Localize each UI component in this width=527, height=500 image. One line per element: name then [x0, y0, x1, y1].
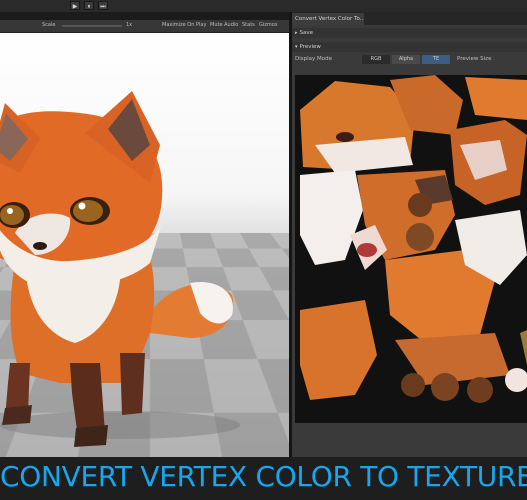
stats-toggle[interactable]: Stats: [242, 22, 255, 28]
pause-icon: ⏸: [87, 3, 91, 10]
display-mode-row: Display Mode RGB Alpha TE Preview Size: [292, 54, 527, 65]
maximize-on-play-toggle[interactable]: Maximize On Play: [162, 22, 206, 28]
tab-convert-vertex-color[interactable]: Convert Vertex Color To...: [292, 13, 364, 25]
uv-texture-image: [295, 75, 527, 423]
mute-audio-toggle[interactable]: Mute Audio: [210, 22, 238, 28]
game-viewport[interactable]: [0, 33, 289, 457]
texture-preview: [295, 75, 527, 423]
save-foldout[interactable]: ▸ Save: [292, 28, 527, 38]
foldout-arrow-icon: ▸: [295, 30, 298, 36]
step-button[interactable]: ⏭: [98, 1, 108, 10]
main-toolbar: ▶ ⏸ ⏭: [0, 0, 527, 12]
tab-bar: Convert Vertex Color To...: [292, 12, 527, 25]
preview-size-label: Preview Size: [457, 56, 492, 62]
play-button[interactable]: ▶: [70, 1, 80, 10]
promo-caption: CONVERT VERTEX COLOR TO TEXTURE: [0, 460, 527, 493]
display-mode-label: Display Mode: [295, 56, 333, 62]
fox-model: [0, 91, 240, 447]
save-label: Save: [299, 30, 314, 36]
tool-window: Convert Vertex Color To... ▸ Save ▾ Previe…: [292, 12, 527, 460]
promo-caption-bar: CONVERT VERTEX COLOR TO TEXTURE: [0, 457, 527, 500]
scale-slider[interactable]: [62, 25, 122, 27]
game-view-toolbar: Scale 1x Maximize On Play Mute Audio Sta…: [0, 20, 289, 33]
gizmos-dropdown[interactable]: Gizmos: [259, 22, 277, 28]
scale-value: 1x: [126, 22, 133, 28]
step-icon: ⏭: [100, 3, 106, 10]
mode-rgb-button[interactable]: RGB: [362, 55, 390, 64]
play-icon: ▶: [72, 3, 78, 10]
mode-te-button[interactable]: TE: [422, 55, 450, 64]
foldout-arrow-icon: ▾: [295, 44, 298, 50]
scale-label: Scale: [42, 22, 56, 28]
preview-foldout[interactable]: ▾ Preview: [292, 42, 527, 52]
pause-button[interactable]: ⏸: [84, 1, 94, 10]
preview-label: Preview: [299, 44, 321, 50]
mode-alpha-button[interactable]: Alpha: [392, 55, 420, 64]
